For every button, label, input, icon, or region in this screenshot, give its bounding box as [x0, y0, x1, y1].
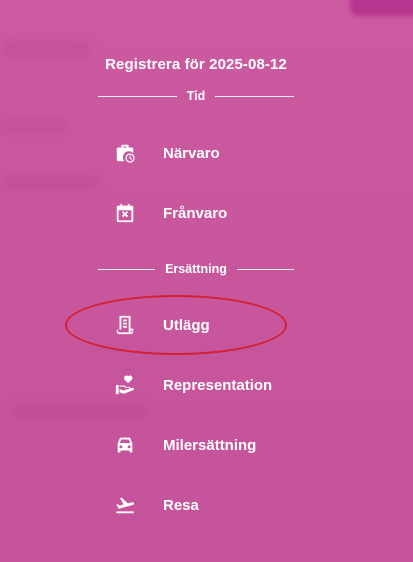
registration-panel: Registrera för 2025-08-12 Tid Närvaro Fr…: [0, 0, 413, 562]
section-divider-tid: Tid: [98, 88, 294, 104]
divider-line: [236, 268, 294, 270]
menu-item-label: Utlägg: [163, 316, 210, 334]
menu-item-franvaro[interactable]: Frånvaro: [108, 196, 328, 230]
menu-item-label: Milersättning: [163, 436, 257, 454]
menu-item-representation[interactable]: Representation: [108, 368, 328, 402]
briefcase-clock-icon: [114, 142, 136, 164]
menu-item-label: Representation: [163, 376, 273, 394]
menu-item-label: Närvaro: [163, 144, 220, 162]
panel-title: Registrera för 2025-08-12: [105, 56, 287, 73]
menu-item-resa[interactable]: Resa: [108, 488, 328, 522]
airplane-departure-icon: [114, 494, 136, 516]
divider-line: [215, 95, 294, 97]
divider-line: [98, 268, 156, 270]
hand-heart-icon: [114, 374, 136, 396]
divider-line: [98, 95, 177, 97]
menu-item-milersattning[interactable]: Milersättning: [108, 428, 328, 462]
section-heading-tid: Tid: [186, 89, 206, 103]
menu-item-utlagg[interactable]: Utlägg: [108, 308, 328, 342]
menu-item-narvaro[interactable]: Närvaro: [108, 136, 328, 170]
section-divider-ersattning: Ersättning: [98, 261, 294, 277]
menu-item-label: Frånvaro: [163, 204, 228, 222]
calendar-x-icon: [114, 202, 136, 224]
car-icon: [114, 434, 136, 456]
receipt-icon: [114, 314, 136, 336]
section-heading-ersattning: Ersättning: [165, 262, 227, 276]
menu-item-label: Resa: [163, 496, 199, 514]
